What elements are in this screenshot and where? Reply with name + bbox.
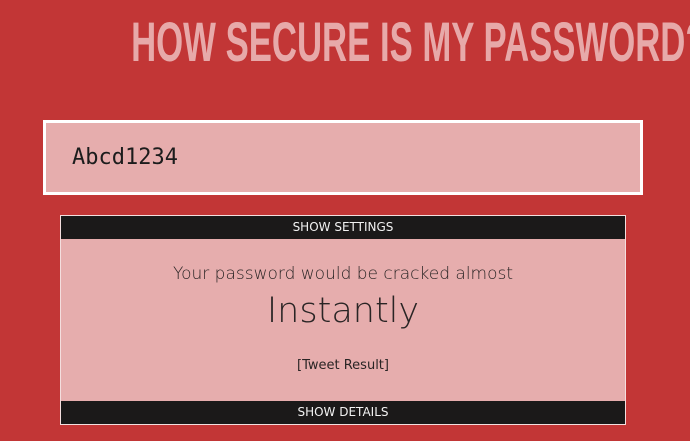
password-field-container bbox=[43, 120, 643, 195]
tweet-result-container: [Tweet Result] bbox=[61, 358, 625, 373]
result-intro-text: Your password would be cracked almost bbox=[172, 264, 514, 284]
tweet-result-link[interactable]: [Tweet Result] bbox=[297, 358, 389, 373]
result-panel: SHOW SETTINGS Your password would be cra… bbox=[60, 215, 626, 425]
show-details-button[interactable]: SHOW DETAILS bbox=[61, 401, 625, 424]
password-input[interactable] bbox=[46, 123, 640, 192]
show-settings-button[interactable]: SHOW SETTINGS bbox=[61, 216, 625, 239]
page-title: HOW SECURE IS MY PASSWORD? bbox=[131, 10, 690, 73]
crack-time-result: Instantly bbox=[266, 291, 420, 331]
